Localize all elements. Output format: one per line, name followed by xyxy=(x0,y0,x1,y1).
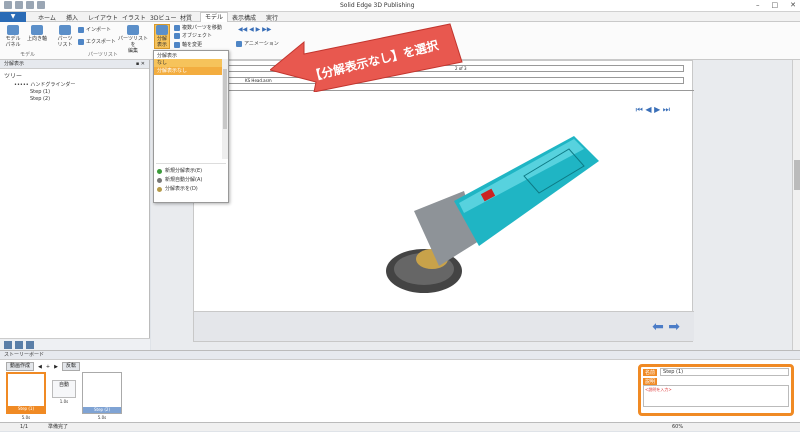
transition-time: 1.0s xyxy=(59,399,69,404)
parts-list-button[interactable]: パーツ リスト xyxy=(56,25,74,48)
tab-illustration[interactable]: イラスト xyxy=(122,13,146,22)
top-axis-button[interactable]: 上向き軸 xyxy=(26,25,48,42)
edit-list-icon xyxy=(127,25,139,35)
axis-icon xyxy=(31,25,43,35)
storyboard-toolbar: 動画作成 ◀ + ▶ 反転 xyxy=(6,362,80,371)
move-parts-button[interactable]: 複数パーツを移動 xyxy=(174,24,222,31)
page-navigation[interactable]: ⏮ ◀ ▶ ⏭ xyxy=(636,105,670,115)
dropdown-item-no-explode[interactable]: 分解表示なし xyxy=(154,67,228,75)
panel-tab-3-icon[interactable] xyxy=(26,341,34,349)
status-bar: 1/1 準備完了 60% xyxy=(0,422,800,431)
add-icon xyxy=(157,169,162,174)
panel-tab-2-icon[interactable] xyxy=(15,341,23,349)
model-panel-icon xyxy=(7,25,19,35)
explode-icon xyxy=(156,25,168,35)
tab-layout[interactable]: レイアウト xyxy=(88,13,118,22)
axis-change-button[interactable]: 軸を変更 xyxy=(174,41,202,48)
import-icon xyxy=(78,26,84,33)
tree-step-1[interactable]: Step (1) xyxy=(0,89,149,96)
undo-icon[interactable] xyxy=(15,1,23,9)
document-page: 2 of 3 KS Head.asm 素材 パーツ交換 ⏮ ◀ ▶ ⏭ ⬅ ➡ xyxy=(193,60,694,342)
group-label-model: モデル xyxy=(20,52,36,58)
prev-icon[interactable]: ◀ xyxy=(38,364,42,370)
reverse-button[interactable]: 反転 xyxy=(61,362,80,371)
ribbon-tabs: ▼ ホーム 挿入 レイアウト イラスト 3Dビュー 材質 モデル 表示構成 実行 xyxy=(0,12,800,23)
object-icon xyxy=(174,32,180,39)
close-icon[interactable]: ✕ xyxy=(790,1,796,9)
export-icon xyxy=(78,38,84,45)
explode-settings-command[interactable]: 分解表示を(D) xyxy=(154,185,230,194)
move-icon xyxy=(174,24,180,31)
save-icon[interactable] xyxy=(4,1,12,9)
pencil-icon xyxy=(157,178,162,183)
explode-dropdown-menu: 分解表示 なし 分解表示なし 新規分解表示(E) 新規自動分解(A) 分解表示を… xyxy=(153,50,229,203)
step-properties-box: 名前 Step (1) 説明 <説明を入力> xyxy=(638,364,794,416)
tab-3dview[interactable]: 3Dビュー xyxy=(150,13,176,22)
application-button[interactable]: ▼ xyxy=(0,12,26,22)
open-icon[interactable] xyxy=(37,1,45,9)
workspace-scrollbar[interactable] xyxy=(792,60,800,350)
angle-grinder-image xyxy=(386,136,599,293)
window-title: Solid Edge 3D Publishing xyxy=(340,2,415,9)
dropdown-item-none[interactable]: なし xyxy=(154,59,228,67)
animation-icon xyxy=(236,40,242,47)
scrollbar-thumb[interactable] xyxy=(794,160,800,190)
tree-root[interactable]: ••••• ハンドグラインダー xyxy=(0,82,149,89)
panel-tabs xyxy=(0,338,150,350)
description-label: 説明 xyxy=(643,378,657,385)
name-label: 名前 xyxy=(643,368,658,376)
explode-view-button[interactable]: 分解 表示 xyxy=(154,24,170,49)
edit-parts-list-button[interactable]: パーツリストを 編集 xyxy=(118,25,148,54)
playback-controls[interactable]: ◀◀ ◀ ▶ ▶▶ xyxy=(238,26,271,33)
tab-insert[interactable]: 挿入 xyxy=(66,13,78,22)
quick-access-toolbar xyxy=(4,1,45,9)
axis-change-icon xyxy=(174,41,180,48)
transition-box[interactable]: 自動 xyxy=(52,380,76,398)
tab-display-config[interactable]: 表示構成 xyxy=(232,13,256,22)
tree-step-2[interactable]: Step (2) xyxy=(0,96,149,103)
redo-icon[interactable] xyxy=(26,1,34,9)
pin-icon[interactable]: ▪ ✕ xyxy=(136,60,145,69)
tab-material[interactable]: 材質 xyxy=(180,13,192,22)
title-bar: Solid Edge 3D Publishing – □ ✕ xyxy=(0,0,800,12)
tab-run[interactable]: 実行 xyxy=(266,13,278,22)
window-controls: – □ ✕ xyxy=(756,1,796,9)
minimize-icon[interactable]: – xyxy=(756,1,760,9)
dropdown-scroll-thumb[interactable] xyxy=(223,69,227,129)
object-button[interactable]: オブジェクト xyxy=(174,32,212,39)
description-field[interactable]: <説明を入力> xyxy=(643,385,789,407)
parts-list-icon xyxy=(59,25,71,35)
create-video-button[interactable]: 動画作成 xyxy=(6,362,35,371)
dropdown-scrollbar[interactable] xyxy=(222,59,228,159)
document-workspace: 2 of 3 KS Head.asm 素材 パーツ交換 ⏮ ◀ ▶ ⏭ ⬅ ➡ xyxy=(151,60,800,350)
tree-title: ツリー xyxy=(4,73,23,80)
page-arrows[interactable]: ⬅ ➡ xyxy=(652,319,680,335)
dropdown-separator xyxy=(156,163,226,164)
add-icon-sb[interactable]: + xyxy=(46,364,50,370)
instruction-callout: 【分解表示なし】を選択 xyxy=(268,22,470,93)
panel-tab-1-icon[interactable] xyxy=(4,341,12,349)
name-field[interactable]: Step (1) xyxy=(660,368,789,376)
explode-settings-icon xyxy=(157,187,162,192)
model-panel-button[interactable]: モデル パネル xyxy=(4,25,22,48)
name-row: 名前 Step (1) xyxy=(641,367,791,377)
step-1-time: 5.0s xyxy=(21,415,31,420)
storyboard-header: ストーリーボード xyxy=(0,351,800,360)
step-2-time: 5.0s xyxy=(97,415,107,420)
document-footer: ⬅ ➡ xyxy=(194,311,694,341)
import-button[interactable]: インポート xyxy=(78,26,111,33)
tab-home[interactable]: ホーム xyxy=(38,13,56,22)
next-icon[interactable]: ▶ xyxy=(54,364,58,370)
maximize-icon[interactable]: □ xyxy=(772,1,779,9)
new-explode-command[interactable]: 新規分解表示(E) xyxy=(154,167,230,176)
panel-header: 分解表示 ▪ ✕ xyxy=(0,60,149,69)
new-auto-explode-command[interactable]: 新規自動分解(A) xyxy=(154,176,230,185)
export-button[interactable]: エクスポート xyxy=(78,38,116,45)
explode-view-panel: 分解表示 ▪ ✕ ツリー ••••• ハンドグラインダー Step (1) St… xyxy=(0,60,150,350)
dropdown-header: 分解表示 xyxy=(157,53,178,59)
group-label-parts-list: パーツリスト xyxy=(88,52,118,58)
storyboard-step-2[interactable]: Step (2) xyxy=(82,372,122,414)
storyboard-thumbnails: Step (1) 5.0s 自動 1.0s Step (2) 5.0s xyxy=(6,372,122,420)
storyboard-step-1[interactable]: Step (1) xyxy=(6,372,46,414)
